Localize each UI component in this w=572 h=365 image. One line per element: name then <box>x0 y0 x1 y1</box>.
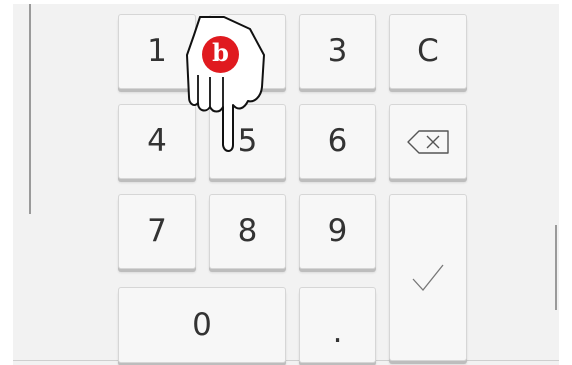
clear-button[interactable]: C <box>389 14 467 89</box>
backspace-icon <box>407 129 449 154</box>
panel-bottom-border <box>13 360 559 361</box>
key-8[interactable]: 8 <box>209 194 286 269</box>
keypad-panel <box>13 4 559 365</box>
decimal-point-key[interactable]: . <box>299 287 376 363</box>
step-badge: b <box>202 36 239 73</box>
panel-divider-right <box>555 225 557 310</box>
key-6[interactable]: 6 <box>299 104 376 179</box>
key-0[interactable]: 0 <box>118 287 286 363</box>
key-7[interactable]: 7 <box>118 194 196 269</box>
checkmark-icon <box>412 264 444 291</box>
key-9[interactable]: 9 <box>299 194 376 269</box>
backspace-button[interactable] <box>389 104 467 179</box>
key-3[interactable]: 3 <box>299 14 376 89</box>
confirm-button[interactable] <box>389 194 467 361</box>
panel-divider-left <box>29 4 31 214</box>
